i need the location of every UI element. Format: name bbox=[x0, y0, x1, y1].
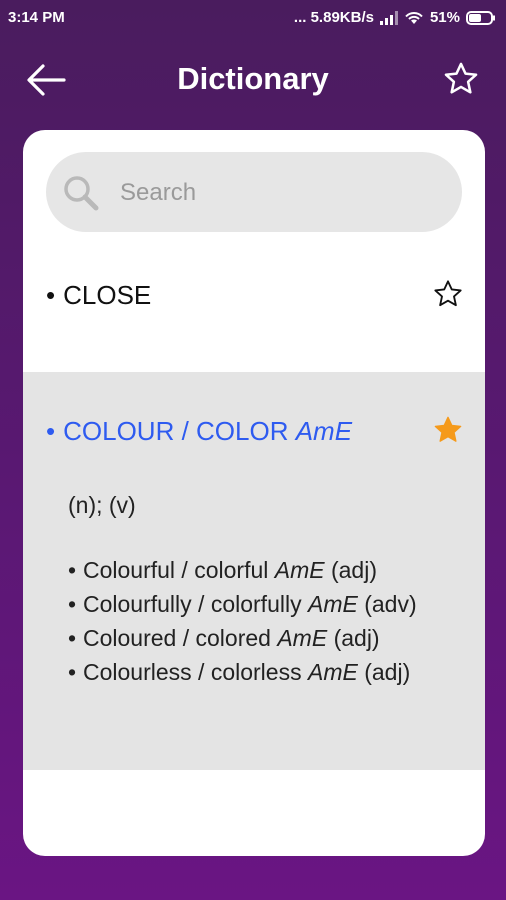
search-icon bbox=[64, 176, 99, 211]
part-of-speech: (n); (v) bbox=[68, 492, 136, 518]
status-right: ... 5.89KB/s 51% bbox=[294, 9, 496, 26]
star-outline-icon bbox=[444, 62, 478, 94]
wifi-icon bbox=[404, 11, 424, 25]
list-item: • Colourless / colorless AmE (adj) bbox=[68, 659, 411, 685]
dictionary-card: •CLOSE •COLOUR / COLOR AmE (n); (v) •Col… bbox=[23, 130, 485, 856]
app-toolbar: Dictionary bbox=[0, 50, 506, 110]
status-time: 3:14 PM bbox=[8, 9, 65, 26]
network-speed: ... 5.89KB/s bbox=[293, 9, 374, 26]
star-filled-icon[interactable] bbox=[432, 414, 464, 446]
list-item: • Colourful / colorful AmE (adj) bbox=[68, 557, 377, 583]
search-input[interactable] bbox=[118, 174, 442, 212]
entry-headword: • COLOUR / COLOR AmE bbox=[46, 416, 353, 446]
list-item: • Coloured / colored AmE (adj) bbox=[68, 625, 380, 651]
signal-icon bbox=[379, 10, 398, 25]
battery-percent: 51% bbox=[429, 9, 460, 26]
entry-colour[interactable]: • COLOUR / COLOR AmE (n); (v) • Colourful … bbox=[23, 372, 485, 770]
entry-close[interactable]: • CLOSE bbox=[23, 260, 485, 372]
star-outline-icon[interactable] bbox=[432, 278, 464, 310]
search-bar[interactable] bbox=[46, 152, 462, 232]
favorites-button[interactable] bbox=[442, 60, 480, 98]
entry-headword: • CLOSE bbox=[46, 280, 152, 310]
battery-icon bbox=[466, 10, 496, 25]
derivatives-list: • Colourful / colorful AmE (adj) • Colourf… bbox=[68, 556, 448, 692]
list-item: • Colourfully / colorfully AmE (adv) bbox=[68, 591, 417, 617]
page-title: Dictionary bbox=[177, 61, 329, 96]
status-bar: 3:14 PM ... 5.89KB/s 51% bbox=[0, 0, 506, 36]
